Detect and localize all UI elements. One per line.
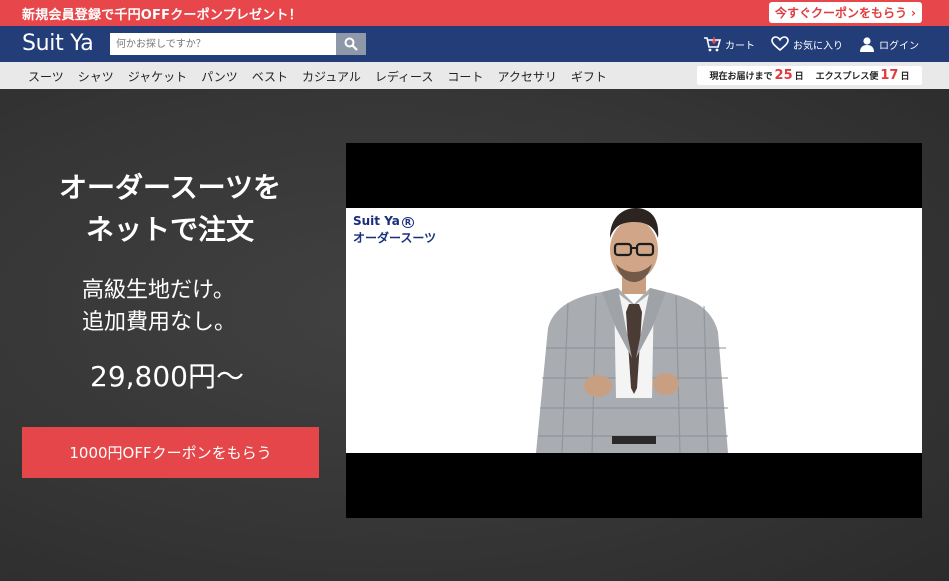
hero-price: 29,800円～ — [90, 360, 244, 393]
delivery-express-label: エクスプレス便 — [815, 72, 879, 82]
cart-label: カート — [725, 40, 755, 52]
cart-icon — [704, 37, 721, 52]
site-logo[interactable]: Suit Ya — [22, 31, 94, 56]
heart-icon — [771, 36, 789, 52]
login-label: ログイン — [879, 40, 919, 52]
delivery-day-unit: 日 — [794, 72, 804, 82]
category-casual[interactable]: カジュアル — [302, 68, 361, 85]
category-vests[interactable]: ベスト — [252, 68, 288, 85]
delivery-express-days: 17 — [880, 68, 899, 83]
category-coats[interactable]: コート — [447, 68, 483, 85]
favorites-label: お気に入り — [793, 40, 843, 52]
category-pants[interactable]: パンツ — [201, 68, 238, 85]
category-list: スーツ シャツ ジャケット パンツ ベスト カジュアル レディース コート アク… — [28, 68, 607, 85]
cart-link[interactable]: カート — [703, 36, 755, 52]
delivery-current-label: 現在お届けまで — [709, 72, 773, 82]
header-links: カート お気に入り ログイン — [703, 32, 919, 56]
hero-section: オーダースーツを ネットで注文 高級生地だけ。 追加費用なし。 29,800円～… — [0, 89, 949, 581]
delivery-current-days: 25 — [774, 68, 793, 83]
category-accessories[interactable]: アクセサリ — [497, 68, 556, 85]
hero-sub-line2: 追加費用なし。 — [82, 310, 237, 335]
search-icon — [344, 37, 358, 51]
favorites-link[interactable]: お気に入り — [771, 36, 843, 52]
hero-subtitle: 高級生地だけ。 追加費用なし。 — [82, 275, 236, 339]
category-jackets[interactable]: ジャケット — [128, 68, 187, 85]
registered-mark: R — [401, 217, 415, 228]
hero-title: オーダースーツを ネットで注文 — [0, 167, 340, 251]
model-in-suit-image — [536, 208, 728, 453]
coupon-cta-button[interactable]: 1000円OFFクーポンをもらう — [22, 427, 319, 478]
search-input[interactable] — [110, 33, 336, 55]
video-brand-text: Suit Ya — [353, 214, 400, 228]
search-button[interactable] — [336, 33, 366, 55]
get-coupon-label: 今すぐクーポンをもらう — [775, 6, 908, 20]
category-nav: スーツ シャツ ジャケット パンツ ベスト カジュアル レディース コート アク… — [0, 62, 949, 89]
promo-banner: 新規会員登録で千円OFFクーポンプレゼント！ 今すぐクーポンをもらう › — [0, 0, 949, 26]
hero-sub-line1: 高級生地だけ。 — [82, 278, 235, 303]
get-coupon-button[interactable]: 今すぐクーポンをもらう › — [769, 2, 922, 23]
chevron-right-icon: › — [911, 5, 916, 20]
user-icon — [860, 37, 874, 52]
category-suits[interactable]: スーツ — [28, 68, 64, 85]
category-gifts[interactable]: ギフト — [571, 68, 607, 85]
hero-title-line2: ネットで注文 — [85, 213, 254, 246]
login-link[interactable]: ログイン — [859, 36, 919, 52]
category-shirts[interactable]: シャツ — [78, 68, 114, 85]
site-header: Suit Ya カート お気に入り — [0, 26, 949, 62]
hero-title-line1: オーダースーツを — [58, 171, 282, 204]
promo-text: 新規会員登録で千円OFFクーポンプレゼント！ — [22, 8, 302, 23]
search-bar — [110, 33, 366, 55]
delivery-info: 現在お届けまで 25 日 エクスプレス便 17 日 — [697, 66, 922, 85]
category-ladies[interactable]: レディース — [375, 68, 434, 85]
delivery-express-unit: 日 — [900, 72, 910, 82]
video-caption: オーダースーツ — [353, 231, 437, 245]
video-frame: Suit Ya R オーダースーツ — [346, 208, 922, 453]
promo-video[interactable]: Suit Ya R オーダースーツ — [346, 143, 922, 518]
